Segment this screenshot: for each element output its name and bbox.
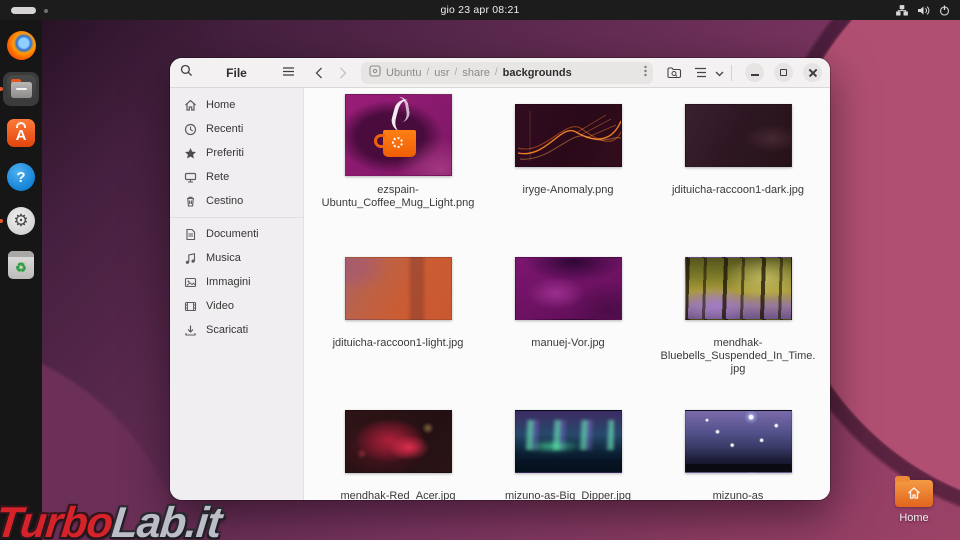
sidebar-item-cestino[interactable]: Cestino	[176, 189, 297, 213]
top-bar: gio 23 apr 08:21	[0, 0, 960, 20]
breadcrumb-separator: /	[426, 67, 429, 78]
file-item[interactable]: mizuno-as-Big_Dipper.jpg	[483, 398, 653, 500]
file-list-area[interactable]: ezspain-Ubuntu_Coffee_Mug_Light.png	[303, 88, 830, 500]
sidebar-item-rete[interactable]: Rete	[176, 165, 297, 189]
file-name: jdituicha-raccoon1-light.jpg	[333, 337, 464, 350]
titlebar-divider	[731, 65, 732, 81]
file-thumbnail[interactable]	[345, 94, 452, 176]
sidebar-item-home[interactable]: Home	[176, 93, 297, 117]
system-tray[interactable]	[896, 0, 950, 20]
file-name: mendhak-Red_Acer.jpg	[341, 490, 456, 500]
drive-icon	[369, 64, 381, 82]
file-thumbnail[interactable]	[515, 104, 622, 167]
breadcrumb-separator: /	[495, 67, 498, 78]
sidebar-item-immagini[interactable]: Immagini	[176, 270, 297, 294]
file-name: iryge-Anomaly.png	[523, 184, 614, 197]
file-thumbnail[interactable]	[685, 410, 792, 473]
breadcrumb-separator: /	[455, 67, 458, 78]
view-options-chevron-icon[interactable]	[715, 64, 724, 82]
file-thumbnail[interactable]	[345, 257, 452, 320]
file-name: mizuno-as	[713, 490, 764, 500]
network-icon	[896, 5, 908, 16]
file-item[interactable]: ezspain-Ubuntu_Coffee_Mug_Light.png	[313, 92, 483, 245]
firefox-icon	[7, 31, 36, 60]
maximize-button[interactable]	[774, 63, 793, 82]
dock-item-app-center[interactable]: A	[3, 116, 39, 150]
power-icon	[939, 5, 950, 16]
close-button[interactable]	[803, 63, 822, 82]
breadcrumb-usr[interactable]: usr	[434, 67, 449, 79]
breadcrumb-drive[interactable]: Ubuntu	[386, 67, 421, 79]
sidebar-item-documenti[interactable]: Documenti	[176, 222, 297, 246]
file-item[interactable]: mizuno-as	[653, 398, 823, 500]
app-center-icon: A	[7, 119, 35, 147]
dock-item-help[interactable]: ?	[3, 160, 39, 194]
sidebar-item-musica[interactable]: Musica	[176, 246, 297, 270]
list-view-button[interactable]	[689, 62, 711, 84]
sidebar: Home Recenti Preferiti Rete Cestino	[170, 88, 303, 500]
file-item[interactable]: jdituicha-raccoon1-light.jpg	[313, 245, 483, 398]
clock[interactable]: gio 23 apr 08:21	[0, 0, 960, 20]
path-menu-icon[interactable]	[644, 64, 647, 82]
turbolab-watermark: TurboLab.it	[0, 499, 223, 540]
file-name: jdituicha-raccoon1-dark.jpg	[672, 184, 804, 197]
running-indicator-dot	[0, 219, 3, 223]
help-icon: ?	[7, 163, 35, 191]
volume-icon	[917, 5, 930, 16]
desktop-home-shortcut[interactable]: Home	[888, 480, 940, 524]
dock-item-settings[interactable]: ⚙	[3, 204, 39, 238]
dock-item-firefox[interactable]	[3, 28, 39, 62]
dock: A ? ⚙ ♻	[0, 20, 42, 540]
dock-item-trash[interactable]: ♻	[3, 248, 39, 282]
trash-icon: ♻	[8, 251, 34, 279]
home-folder-icon	[895, 480, 933, 507]
sidebar-item-video[interactable]: Video	[176, 294, 297, 318]
breadcrumb-backgrounds[interactable]: backgrounds	[503, 67, 572, 79]
hamburger-menu-button[interactable]	[282, 64, 295, 82]
file-name: ezspain-Ubuntu_Coffee_Mug_Light.png	[320, 184, 476, 210]
forward-button[interactable]	[333, 63, 353, 83]
sidebar-separator	[170, 217, 303, 218]
file-item[interactable]: jdituicha-raccoon1-dark.jpg	[653, 92, 823, 245]
file-thumbnail[interactable]	[515, 257, 622, 320]
breadcrumb-share[interactable]: share	[462, 67, 490, 79]
file-thumbnail[interactable]	[685, 257, 792, 320]
file-item[interactable]: iryge-Anomaly.png	[483, 92, 653, 245]
sidebar-item-scaricati[interactable]: Scaricati	[176, 318, 297, 342]
settings-gear-icon: ⚙	[7, 207, 35, 235]
file-item[interactable]: manuej-Vor.jpg	[483, 245, 653, 398]
file-item[interactable]: mendhak-Red_Acer.jpg	[313, 398, 483, 500]
file-thumbnail[interactable]	[345, 410, 452, 473]
search-folder-button[interactable]	[663, 62, 685, 84]
running-indicator-dot	[0, 87, 3, 91]
file-thumbnail[interactable]	[685, 104, 792, 167]
file-item[interactable]: mendhak-Bluebells_Suspended_In_Time.jpg	[653, 245, 823, 398]
desktop: gio 23 apr 08:21	[0, 0, 960, 540]
titlebar[interactable]: File Ubuntu	[170, 58, 830, 88]
sidebar-item-recenti[interactable]: Recenti	[176, 117, 297, 141]
breadcrumb[interactable]: Ubuntu / usr / share / backgrounds	[361, 62, 653, 84]
back-button[interactable]	[309, 63, 329, 83]
files-icon	[7, 75, 36, 104]
file-thumbnail[interactable]	[515, 410, 622, 473]
file-name: mizuno-as-Big_Dipper.jpg	[505, 490, 631, 500]
home-shortcut-label: Home	[888, 512, 940, 524]
file-name: mendhak-Bluebells_Suspended_In_Time.jpg	[660, 337, 816, 376]
file-name: manuej-Vor.jpg	[531, 337, 604, 350]
files-window: File Ubuntu	[170, 58, 830, 500]
sidebar-item-preferiti[interactable]: Preferiti	[176, 141, 297, 165]
minimize-button[interactable]	[745, 63, 764, 82]
dock-item-files[interactable]	[3, 72, 39, 106]
